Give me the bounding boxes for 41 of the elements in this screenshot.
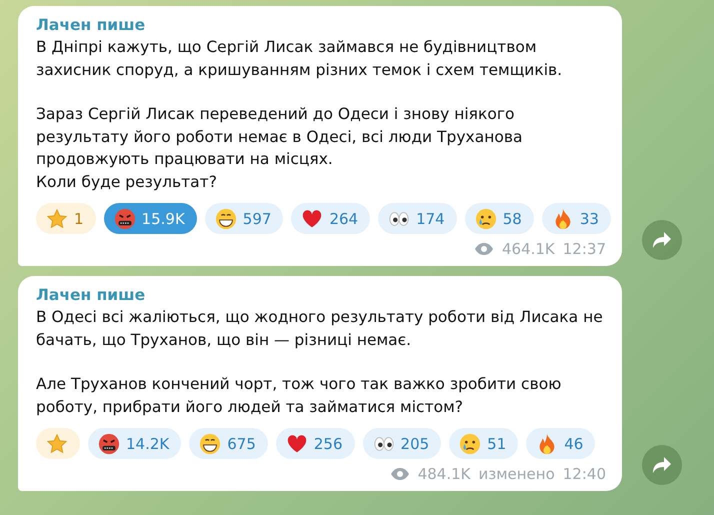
forward-button[interactable]: [642, 445, 682, 485]
author-name[interactable]: Лачен пише: [36, 284, 606, 306]
reaction-button[interactable]: 174: [378, 203, 457, 234]
star-icon: [46, 432, 68, 454]
reaction-button[interactable]: 33: [542, 203, 611, 234]
message-text: В Дніпрі кажуть, що Сергій Лисак займався не будівництвом захисник споруд, а кришуванням різних темок і схем темщиків.: [36, 37, 564, 80]
reaction-button[interactable]: 14.2K: [88, 428, 182, 459]
reaction-button[interactable]: 597: [204, 203, 284, 234]
crying-face-icon: [474, 208, 497, 230]
reaction-button[interactable]: 15.9K: [104, 203, 197, 234]
grinning-face-icon: [214, 208, 237, 230]
reaction-button[interactable]: 675: [189, 428, 268, 459]
angry-face-icon: [114, 208, 136, 230]
reaction-button[interactable]: 51: [449, 428, 518, 459]
heart-icon: [301, 208, 324, 230]
view-count: 464.1K: [502, 240, 555, 258]
eye-icon: [390, 467, 410, 481]
message-time: 12:40: [562, 465, 606, 483]
message-text: Зараз Сергій Лисак переведений до Одеси і знову ніякого результату його роботи немає в Одесі, всі люди Труханова продовжують працювати на місцях. Коли буде результат?: [36, 104, 524, 192]
reaction-button[interactable]: 1: [36, 203, 96, 234]
star-icon: [46, 208, 68, 230]
reaction-button[interactable]: 46: [526, 428, 596, 459]
reaction-button[interactable]: 256: [276, 428, 355, 459]
reaction-button[interactable]: 205: [362, 428, 442, 459]
message-time: 12:37: [562, 240, 606, 258]
forward-button[interactable]: [642, 220, 682, 260]
grinning-face-icon: [199, 432, 222, 454]
message-text: Але Труханов кончений чорт, тож чого так важко зробити свою роботу, прибрати його людей та займатися містом?: [36, 374, 562, 418]
heart-icon: [286, 432, 308, 454]
eye-icon: [474, 242, 494, 256]
reaction-button[interactable]: 264: [291, 203, 370, 234]
angry-face-icon: [98, 432, 120, 454]
forward-icon: [652, 456, 672, 474]
edited-label: изменено: [478, 465, 555, 483]
view-count: 484.1K: [418, 465, 470, 483]
message-text: В Одесі всі жаліються, що жодного результату роботи від Лисака не бачать, що Труханов, що він — різниці немає.: [36, 307, 604, 350]
reaction-button[interactable]: 58: [464, 203, 534, 234]
reaction-button[interactable]: [36, 428, 80, 459]
author-name[interactable]: Лачен пише: [36, 14, 606, 36]
crying-face-icon: [459, 432, 482, 454]
forward-icon: [652, 231, 672, 249]
